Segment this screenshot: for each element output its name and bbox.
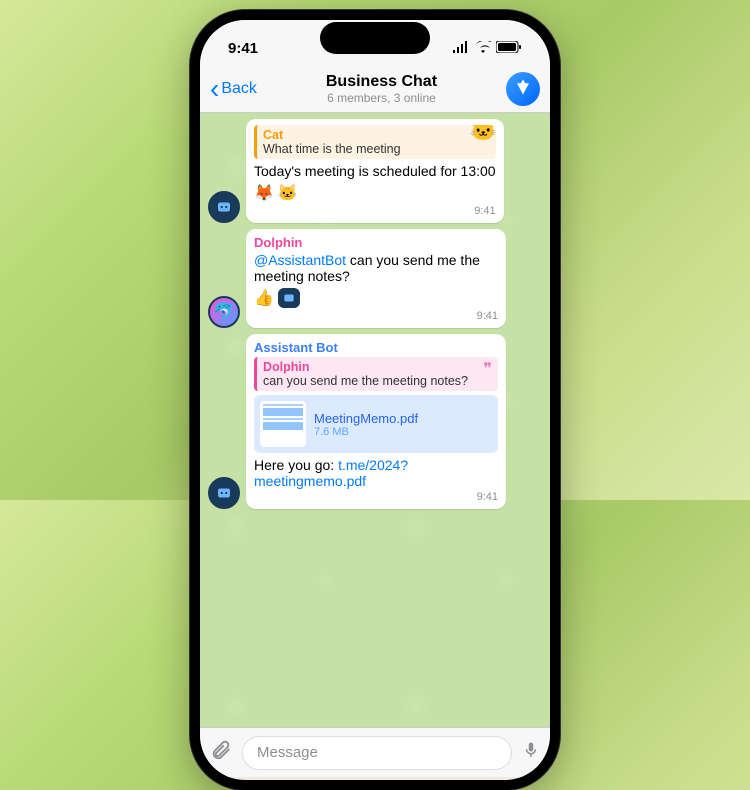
signal-icon — [452, 40, 470, 57]
message-text: Here you go: t.me/2024?meetingmemo.pdf — [254, 457, 498, 489]
reply-sender: Cat — [263, 128, 490, 142]
back-button[interactable]: Back — [210, 80, 257, 98]
message-bubble[interactable]: Assistant Bot Dolphin can you send me th… — [246, 334, 506, 509]
timestamp: 9:41 — [254, 491, 498, 503]
timestamp: 9:41 — [254, 310, 498, 322]
reaction[interactable]: 🐱 — [278, 183, 298, 203]
chat-title: Business Chat — [261, 73, 502, 91]
notch — [320, 22, 430, 54]
reply-text: What time is the meeting — [263, 142, 490, 156]
file-name: MeetingMemo.pdf — [314, 411, 492, 426]
reaction[interactable]: 🦊 — [254, 183, 274, 203]
phone-frame: 9:41 Back Business Chat 6 members, 3 onl… — [190, 10, 560, 790]
cat-decoration: 🐱 — [470, 125, 496, 147]
message-bubble[interactable]: Dolphin @AssistantBot can you send me th… — [246, 229, 506, 328]
battery-icon — [496, 40, 522, 57]
file-attachment[interactable]: MeetingMemo.pdf 7.6 MB — [254, 395, 498, 453]
input-bar: Message — [200, 727, 550, 777]
chat-area[interactable]: 🐱 Cat What time is the meeting Today's m… — [200, 113, 550, 727]
reactions: 👍 — [254, 288, 498, 308]
avatar-bot[interactable] — [208, 191, 240, 223]
file-size: 7.6 MB — [314, 426, 492, 438]
title-block[interactable]: Business Chat 6 members, 3 online — [261, 73, 502, 105]
sender-name: Dolphin — [254, 235, 498, 250]
attachment-icon[interactable] — [210, 739, 232, 767]
message-bubble[interactable]: 🐱 Cat What time is the meeting Today's m… — [246, 119, 504, 223]
screen: 9:41 Back Business Chat 6 members, 3 onl… — [200, 20, 550, 780]
reactions: 🦊 🐱 — [254, 183, 496, 203]
reply-block[interactable]: 🐱 Cat What time is the meeting — [254, 125, 496, 159]
chat-header: Back Business Chat 6 members, 3 online — [200, 66, 550, 113]
reply-text: can you send me the meeting notes? — [263, 374, 492, 388]
file-thumbnail — [260, 401, 306, 447]
reaction[interactable]: 👍 — [254, 288, 274, 308]
avatar-dolphin[interactable]: 🐬 — [208, 296, 240, 328]
message-row: 🐬 Dolphin @AssistantBot can you send me … — [208, 229, 542, 328]
chat-subtitle: 6 members, 3 online — [261, 91, 502, 105]
mic-icon[interactable] — [522, 739, 540, 766]
reply-sender: Dolphin — [263, 360, 492, 374]
mention[interactable]: @AssistantBot — [254, 252, 346, 268]
status-icons — [452, 40, 522, 57]
message-input[interactable]: Message — [242, 736, 512, 770]
sender-name: Assistant Bot — [254, 340, 498, 355]
avatar-bot[interactable] — [208, 477, 240, 509]
file-info: MeetingMemo.pdf 7.6 MB — [314, 411, 492, 438]
reply-block[interactable]: Dolphin can you send me the meeting note… — [254, 357, 498, 391]
premium-button[interactable] — [506, 72, 540, 106]
message-row: Assistant Bot Dolphin can you send me th… — [208, 334, 542, 509]
wifi-icon — [475, 40, 491, 57]
message-text: Today's meeting is scheduled for 13:00 — [254, 163, 496, 179]
timestamp: 9:41 — [254, 205, 496, 217]
bot-reaction-badge[interactable] — [278, 288, 300, 308]
message-row: 🐱 Cat What time is the meeting Today's m… — [208, 119, 542, 223]
status-time: 9:41 — [228, 40, 258, 57]
message-text: @AssistantBot can you send me the meetin… — [254, 252, 498, 284]
diamond-icon — [514, 78, 532, 101]
